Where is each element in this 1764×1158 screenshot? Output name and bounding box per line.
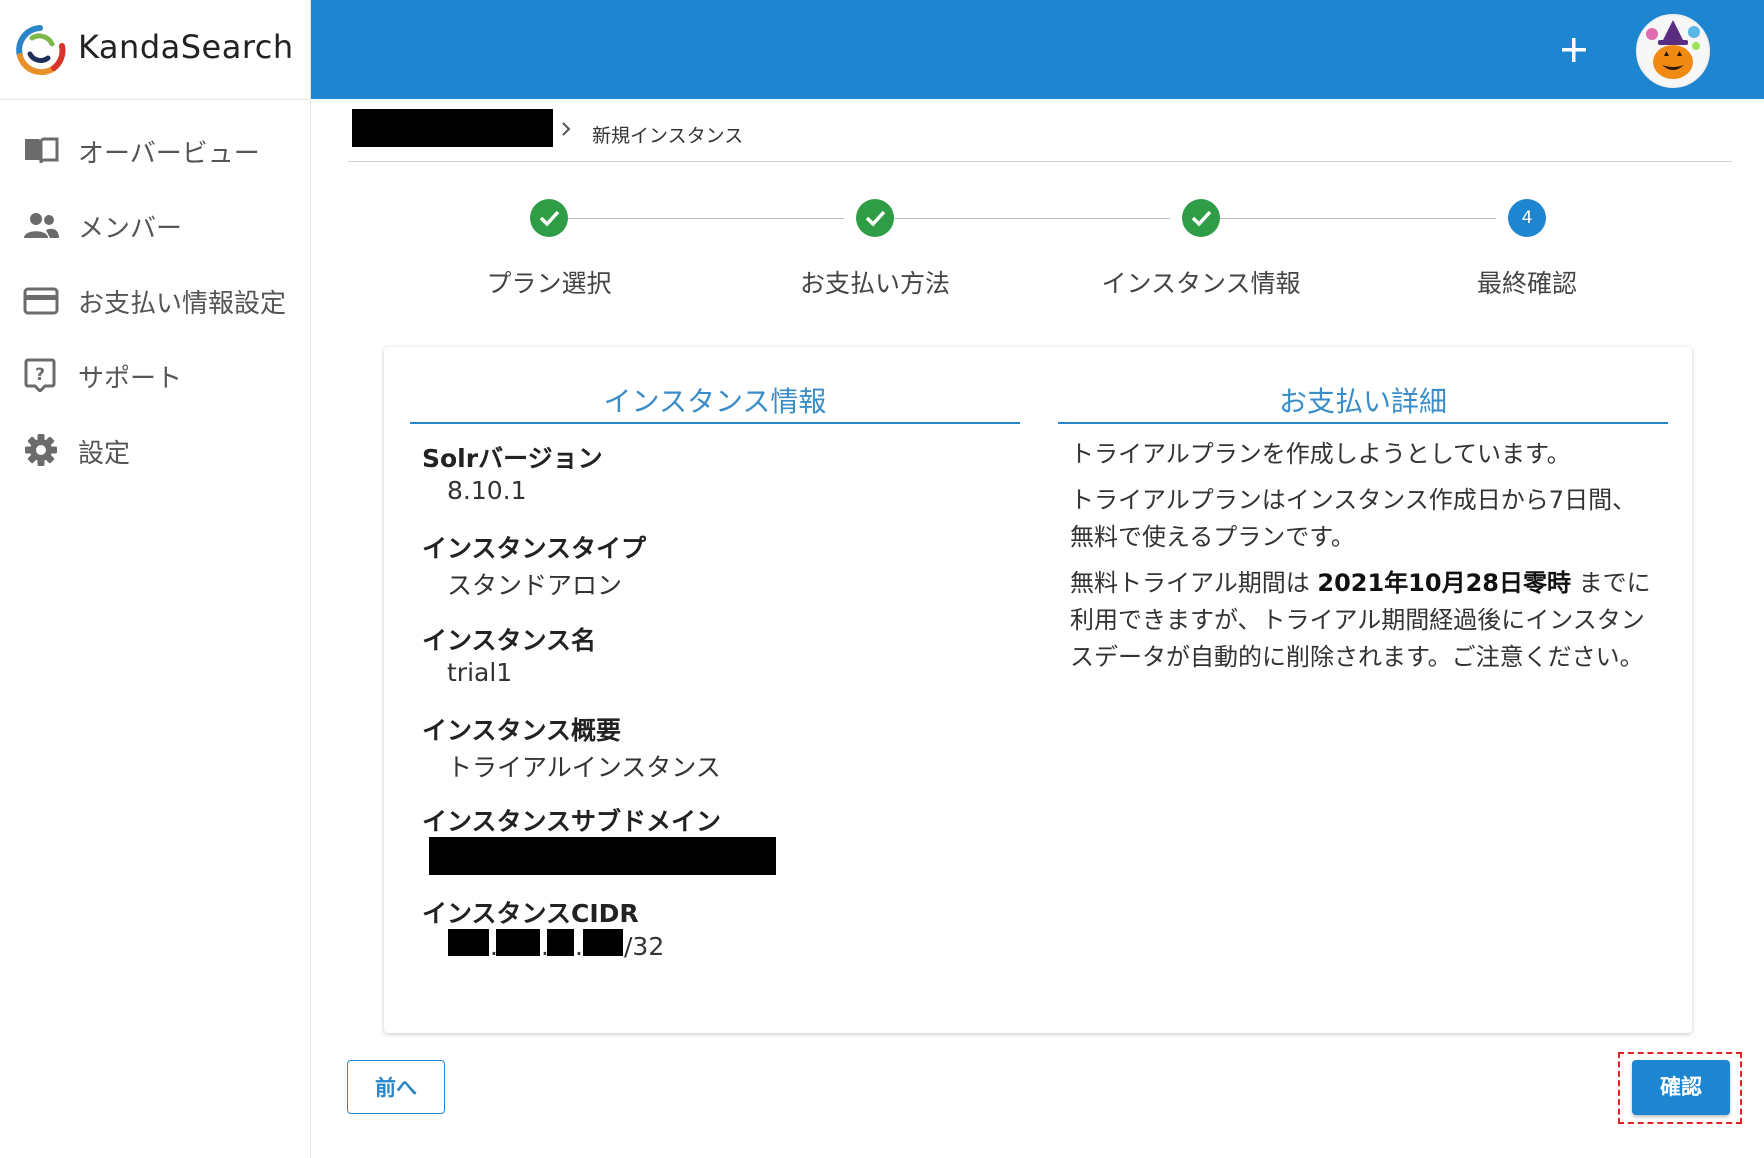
field-label-instance-summary: インスタンス概要 <box>422 716 622 745</box>
logo-area[interactable]: KandaSearch <box>0 0 310 100</box>
cidr-octet-3-redacted <box>547 929 574 956</box>
svg-text:?: ? <box>35 365 45 385</box>
gear-icon <box>25 434 57 466</box>
stepper-connector <box>1220 218 1496 219</box>
kandasearch-logo-icon <box>16 25 66 76</box>
credit-card-icon <box>23 287 59 315</box>
top-bar <box>311 0 1764 99</box>
app-name: KandaSearch <box>78 28 294 66</box>
instance-info-title: インスタンス情報 <box>603 385 827 418</box>
sidebar-item-members[interactable]: メンバー <box>0 193 310 255</box>
people-icon <box>24 213 59 238</box>
breadcrumb-current: 新規インスタンス <box>592 125 744 147</box>
field-value-solr-version: 8.10.1 <box>447 476 527 505</box>
sidebar-item-overview[interactable]: オーバービュー <box>0 118 310 180</box>
instance-info-divider <box>410 422 1020 424</box>
stepper-connector <box>568 218 844 219</box>
step-label-confirm: 最終確認 <box>1476 269 1577 298</box>
step-label-plan: プラン選択 <box>486 269 612 298</box>
help-icon: ? <box>24 358 56 392</box>
field-label-instance-name: インスタンス名 <box>422 626 597 655</box>
cidr-octet-1-redacted <box>448 929 489 956</box>
payment-line-3: 無料トライアル期間は 2021年10月28日零時 までに利用できますが、トライア… <box>1070 565 1660 676</box>
trial-end-date: 2021年10月28日零時 <box>1317 569 1571 597</box>
sidebar-item-label: オーバービュー <box>78 139 260 169</box>
confirm-button[interactable]: 確認 <box>1632 1060 1730 1115</box>
field-value-instance-type: スタンドアロン <box>447 571 623 600</box>
field-label-instance-type: インスタンスタイプ <box>422 534 647 563</box>
chevron-right-icon <box>562 122 571 136</box>
sidebar-item-settings[interactable]: 設定 <box>0 418 310 480</box>
step-label-payment: お支払い方法 <box>799 269 950 298</box>
prev-button[interactable]: 前へ <box>347 1060 445 1114</box>
user-avatar[interactable] <box>1636 14 1710 88</box>
breadcrumb-divider <box>348 161 1732 162</box>
plus-icon[interactable] <box>1554 30 1594 70</box>
payment-details-title: お支払い詳細 <box>1278 385 1447 418</box>
sidebar-item-support[interactable]: ? サポート <box>0 343 310 405</box>
payment-line-3-prefix: 無料トライアル期間は <box>1070 569 1318 597</box>
sidebar-item-billing[interactable]: お支払い情報設定 <box>0 268 310 330</box>
sidebar-item-label: お支払い情報設定 <box>78 289 287 319</box>
field-value-instance-summary: トライアルインスタンス <box>447 753 721 782</box>
book-icon <box>25 137 59 164</box>
step-2-complete-icon <box>856 199 894 237</box>
breadcrumb-redacted-link[interactable] <box>352 109 553 147</box>
step-1-complete-icon <box>530 199 568 237</box>
field-value-instance-name: trial1 <box>447 658 513 687</box>
cidr-dot: . <box>575 932 583 961</box>
step-4-active-badge: 4 <box>1508 199 1546 237</box>
field-label-subdomain: インスタンスサブドメイン <box>422 807 722 836</box>
cidr-suffix: /32 <box>624 932 665 961</box>
field-label-solr-version: Solrバージョン <box>422 444 603 473</box>
sidebar-item-label: サポート <box>78 364 183 394</box>
field-label-cidr: インスタンスCIDR <box>422 899 639 928</box>
field-value-subdomain-redacted <box>429 837 776 875</box>
cidr-octet-4-redacted <box>583 929 623 956</box>
step-3-complete-icon <box>1182 199 1220 237</box>
payment-line-1: トライアルプランを作成しようとしています。 <box>1070 440 1571 468</box>
payment-details-divider <box>1058 422 1668 424</box>
step-label-instance: インスタンス情報 <box>1101 269 1301 298</box>
pumpkin-avatar-icon <box>1638 16 1708 86</box>
sidebar-item-label: メンバー <box>78 214 183 244</box>
payment-line-2: トライアルプランはインスタンス作成日から7日間、無料で使えるプランです。 <box>1070 486 1637 551</box>
cidr-octet-2-redacted <box>496 929 540 956</box>
sidebar-item-label: 設定 <box>78 439 131 469</box>
stepper-connector <box>894 218 1170 219</box>
